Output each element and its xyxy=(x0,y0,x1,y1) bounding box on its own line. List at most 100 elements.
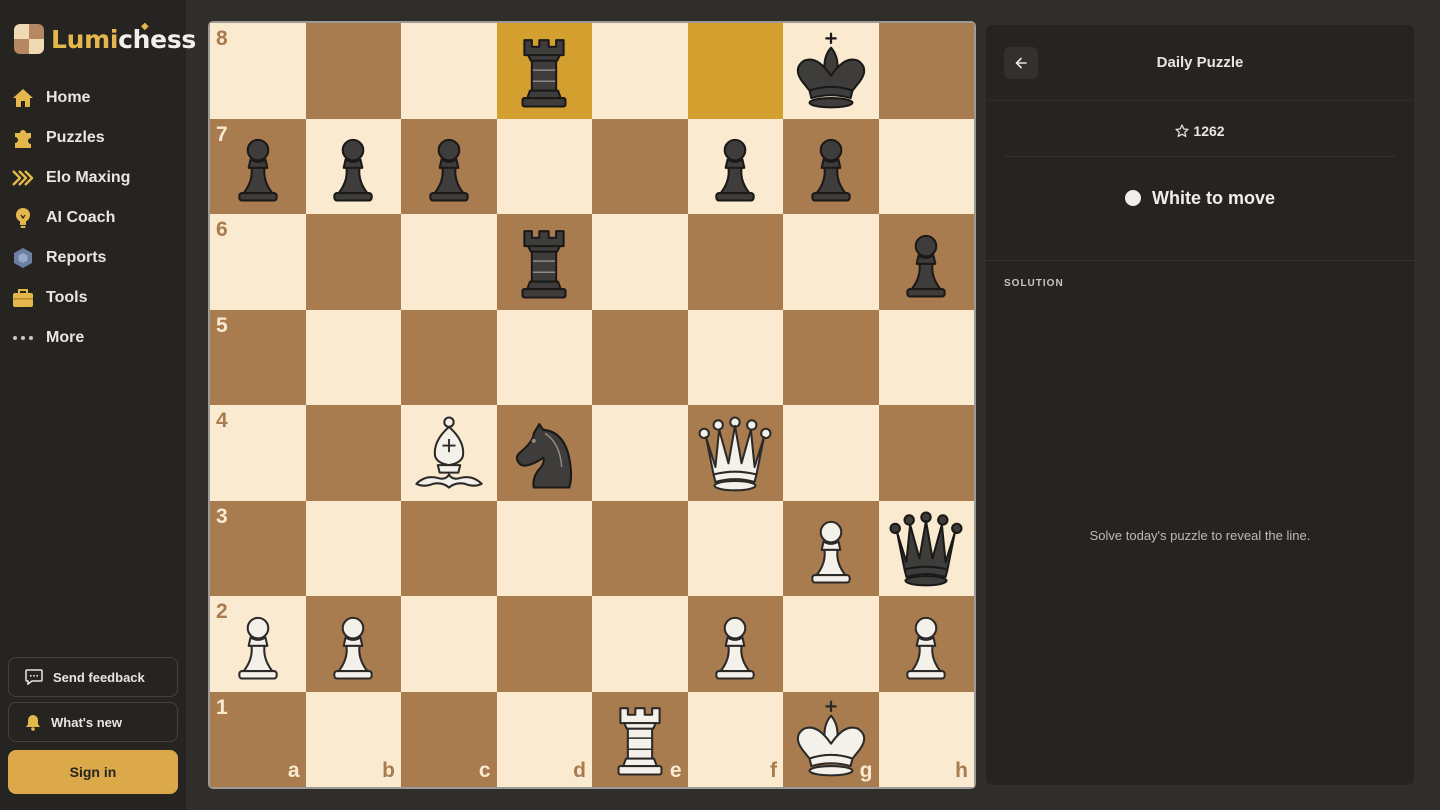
square-f1[interactable]: f xyxy=(687,691,783,787)
send-feedback-button[interactable]: Send feedback xyxy=(8,657,178,697)
black-pawn-icon[interactable] xyxy=(693,124,777,208)
square-c7[interactable] xyxy=(401,118,497,214)
nav-item-puzzles[interactable]: Puzzles xyxy=(0,118,186,158)
black-pawn-icon[interactable] xyxy=(789,124,873,208)
square-e2[interactable] xyxy=(592,596,688,692)
nav-item-tools[interactable]: Tools xyxy=(0,278,186,318)
square-b5[interactable] xyxy=(305,309,401,405)
square-f2[interactable] xyxy=(687,596,783,692)
white-pawn-icon[interactable] xyxy=(884,602,968,686)
black-rook-icon[interactable] xyxy=(502,29,586,113)
square-f3[interactable] xyxy=(687,500,783,596)
square-d2[interactable] xyxy=(496,596,592,692)
square-a1[interactable]: 1a xyxy=(210,691,306,787)
square-c2[interactable] xyxy=(401,596,497,692)
square-b1[interactable]: b xyxy=(305,691,401,787)
square-g3[interactable] xyxy=(783,500,879,596)
square-b2[interactable] xyxy=(305,596,401,692)
white-pawn-icon[interactable] xyxy=(311,602,395,686)
square-e8[interactable] xyxy=(592,23,688,119)
square-e3[interactable] xyxy=(592,500,688,596)
square-a7[interactable]: 7 xyxy=(210,118,306,214)
square-b8[interactable] xyxy=(305,23,401,119)
square-b4[interactable] xyxy=(305,405,401,501)
whats-new-button[interactable]: What's new xyxy=(8,702,178,742)
square-c5[interactable] xyxy=(401,309,497,405)
square-h3[interactable] xyxy=(878,500,974,596)
square-d3[interactable] xyxy=(496,500,592,596)
square-g4[interactable] xyxy=(783,405,879,501)
square-e1[interactable]: e xyxy=(592,691,688,787)
square-a2[interactable]: 2 xyxy=(210,596,306,692)
brand-logo[interactable]: Lumichess ◆ xyxy=(14,21,196,56)
square-e5[interactable] xyxy=(592,309,688,405)
square-h2[interactable] xyxy=(878,596,974,692)
square-b3[interactable] xyxy=(305,500,401,596)
square-h7[interactable] xyxy=(878,118,974,214)
white-bishop-icon[interactable] xyxy=(407,411,491,495)
square-e7[interactable] xyxy=(592,118,688,214)
white-pawn-icon[interactable] xyxy=(216,602,300,686)
square-e6[interactable] xyxy=(592,214,688,310)
square-g7[interactable] xyxy=(783,118,879,214)
square-h6[interactable] xyxy=(878,214,974,310)
square-h1[interactable]: h xyxy=(878,691,974,787)
nav-item-ai-coach[interactable]: AI Coach xyxy=(0,198,186,238)
square-h8[interactable] xyxy=(878,23,974,119)
square-h5[interactable] xyxy=(878,309,974,405)
nav-item-home[interactable]: Home xyxy=(0,78,186,118)
square-f6[interactable] xyxy=(687,214,783,310)
square-c3[interactable] xyxy=(401,500,497,596)
black-rook-icon[interactable] xyxy=(502,220,586,304)
square-d5[interactable] xyxy=(496,309,592,405)
white-pawn-icon[interactable] xyxy=(789,506,873,590)
chess-board[interactable]: 8 7 6 5 4 3 2 1 a b c d e f g h xyxy=(210,23,974,787)
black-pawn-icon[interactable] xyxy=(407,124,491,208)
chess-board-frame: 8 7 6 5 4 3 2 1 a b c d e f g h xyxy=(208,21,976,789)
square-g1[interactable]: g xyxy=(783,691,879,787)
nav-item-reports[interactable]: Reports xyxy=(0,238,186,278)
square-g2[interactable] xyxy=(783,596,879,692)
square-a6[interactable]: 6 xyxy=(210,214,306,310)
black-king-icon[interactable] xyxy=(789,29,873,113)
square-f8[interactable] xyxy=(687,23,783,119)
square-e4[interactable] xyxy=(592,405,688,501)
dots-icon xyxy=(12,327,34,349)
square-b6[interactable] xyxy=(305,214,401,310)
square-d7[interactable] xyxy=(496,118,592,214)
square-f4[interactable] xyxy=(687,405,783,501)
square-c8[interactable] xyxy=(401,23,497,119)
white-pawn-icon[interactable] xyxy=(693,602,777,686)
square-a3[interactable]: 3 xyxy=(210,500,306,596)
square-a4[interactable]: 4 xyxy=(210,405,306,501)
square-c1[interactable]: c xyxy=(401,691,497,787)
square-c4[interactable] xyxy=(401,405,497,501)
file-label: a xyxy=(287,759,300,782)
square-g5[interactable] xyxy=(783,309,879,405)
nav-label: AI Coach xyxy=(46,209,116,226)
nav-item-elo-maxing[interactable]: Elo Maxing xyxy=(0,158,186,198)
square-a8[interactable]: 8 xyxy=(210,23,306,119)
panel-title: Daily Puzzle xyxy=(1156,54,1244,71)
square-f7[interactable] xyxy=(687,118,783,214)
square-d1[interactable]: d xyxy=(496,691,592,787)
square-c6[interactable] xyxy=(401,214,497,310)
square-b7[interactable] xyxy=(305,118,401,214)
square-g8[interactable] xyxy=(783,23,879,119)
square-d4[interactable] xyxy=(496,405,592,501)
square-d8[interactable] xyxy=(496,23,592,119)
square-f5[interactable] xyxy=(687,309,783,405)
white-queen-icon[interactable] xyxy=(693,411,777,495)
black-queen-icon[interactable] xyxy=(884,506,968,590)
black-pawn-icon[interactable] xyxy=(216,124,300,208)
black-pawn-icon[interactable] xyxy=(311,124,395,208)
square-d6[interactable] xyxy=(496,214,592,310)
black-knight-icon[interactable] xyxy=(502,411,586,495)
black-pawn-icon[interactable] xyxy=(884,220,968,304)
back-button[interactable] xyxy=(1004,47,1038,79)
square-g6[interactable] xyxy=(783,214,879,310)
square-a5[interactable]: 5 xyxy=(210,309,306,405)
nav-item-more[interactable]: More xyxy=(0,318,186,358)
sign-in-button[interactable]: Sign in xyxy=(8,750,178,794)
square-h4[interactable] xyxy=(878,405,974,501)
